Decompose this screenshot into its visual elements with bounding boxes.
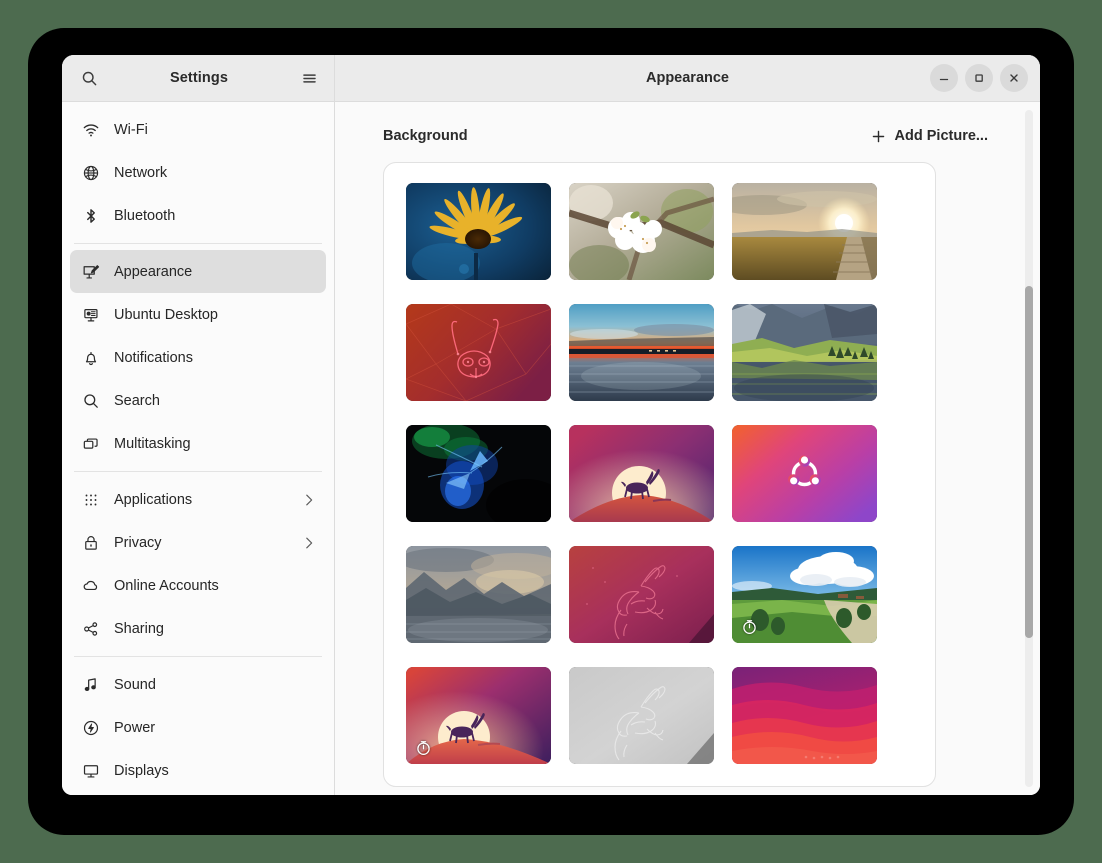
display-icon: [82, 762, 100, 780]
timer-icon: [741, 618, 758, 635]
sidebar-item-power[interactable]: Power: [70, 706, 326, 749]
wallpaper-thumb-pink-leaping-antelope-outline[interactable]: [569, 546, 714, 643]
add-picture-label: Add Picture...: [894, 128, 988, 144]
timer-icon: [415, 739, 432, 756]
cloud-icon: [82, 577, 100, 595]
wallpaper-grid: [406, 183, 913, 764]
maximize-button[interactable]: [965, 64, 993, 92]
sidebar-item-bluetooth[interactable]: Bluetooth: [70, 194, 326, 237]
sidebar-item-label: Search: [114, 392, 160, 409]
sidebar-divider: [74, 243, 322, 244]
appearance-content-pane: Background Add Picture...: [335, 102, 1040, 795]
sidebar-item-label: Applications: [114, 491, 193, 508]
sidebar-item-privacy[interactable]: Privacy: [70, 521, 326, 564]
window-controls: [930, 64, 1028, 92]
sidebar-item-label: Privacy: [114, 534, 162, 551]
sidebar-item-search[interactable]: Search: [70, 379, 326, 422]
search-icon: [82, 392, 100, 410]
power-icon: [82, 719, 100, 737]
wallpaper-thumb-kudu-moonrise-purple[interactable]: [569, 425, 714, 522]
wallpaper-thumb-ubuntu-logo-gradient[interactable]: [732, 425, 877, 522]
sidebar-item-label: Wi-Fi: [114, 121, 148, 138]
sidebar-item-network[interactable]: Network: [70, 151, 326, 194]
sidebar-item-label: Notifications: [114, 349, 193, 366]
sidebar-item-sharing[interactable]: Sharing: [70, 607, 326, 650]
grid-apps-icon: [82, 491, 100, 509]
wallpaper-thumb-grey-misty-mountains-lake[interactable]: [406, 546, 551, 643]
bluetooth-icon: [82, 207, 100, 225]
sidebar-nav: Wi-Fi Network Bluetooth Appearance Ubunt…: [62, 102, 335, 795]
sidebar-divider: [74, 471, 322, 472]
add-picture-button[interactable]: Add Picture...: [865, 124, 994, 148]
wallpaper-thumb-red-kudu-geometric[interactable]: [406, 304, 551, 401]
wallpaper-thumb-green-countryside-road[interactable]: [732, 546, 877, 643]
sidebar-item-appearance[interactable]: Appearance: [70, 250, 326, 293]
bell-icon: [82, 349, 100, 367]
wallpaper-thumb-lake-sunset-reflection[interactable]: [569, 304, 714, 401]
vertical-scrollbar-thumb[interactable]: [1025, 286, 1033, 639]
titlebar: Settings Appearance: [62, 55, 1040, 102]
app-title: Settings: [170, 70, 228, 86]
sidebar-item-multitasking[interactable]: Multitasking: [70, 422, 326, 465]
sidebar-item-displays[interactable]: Displays: [70, 749, 326, 792]
share-icon: [82, 620, 100, 638]
ubuntu-desktop-icon: [82, 306, 100, 324]
sidebar-item-label: Bluetooth: [114, 207, 176, 224]
minimize-button[interactable]: [930, 64, 958, 92]
titlebar-content-section: Appearance: [335, 55, 1040, 101]
sidebar-item-label: Appearance: [114, 263, 193, 280]
wallpaper-thumb-blue-green-abstract-dark[interactable]: [406, 425, 551, 522]
wallpaper-thumb-pink-orange-waves[interactable]: [732, 667, 877, 764]
vertical-scrollbar-track[interactable]: [1025, 110, 1033, 787]
sidebar-item-wifi[interactable]: Wi-Fi: [70, 108, 326, 151]
wallpaper-card: [383, 162, 936, 787]
sidebar-item-label: Multitasking: [114, 435, 191, 452]
sidebar-item-ubuntu-desktop[interactable]: Ubuntu Desktop: [70, 293, 326, 336]
wallpaper-thumb-kudu-moonrise-dark[interactable]: [406, 667, 551, 764]
desktop-background: Settings Appearance Wi-Fi Network Blueto…: [0, 0, 1102, 863]
lock-icon: [82, 534, 100, 552]
sidebar-item-label: Online Accounts: [114, 577, 219, 594]
section-title: Background: [383, 128, 468, 144]
sidebar-item-label: Power: [114, 719, 156, 736]
sidebar-item-label: Network: [114, 164, 168, 181]
wallpaper-thumb-green-mountain-lake[interactable]: [732, 304, 877, 401]
chevron-right-icon: [302, 536, 316, 550]
wallpaper-thumb-yellow-daisy-on-blue[interactable]: [406, 183, 551, 280]
close-button[interactable]: [1000, 64, 1028, 92]
settings-window: Settings Appearance Wi-Fi Network Blueto…: [62, 55, 1040, 795]
sidebar-item-label: Sound: [114, 676, 156, 693]
plus-icon: [871, 129, 886, 144]
network-icon: [82, 164, 100, 182]
sidebar-item-notifications[interactable]: Notifications: [70, 336, 326, 379]
titlebar-sidebar-section: Settings: [62, 55, 335, 101]
background-settings-scroll-area: Background Add Picture...: [335, 102, 1040, 795]
multitasking-icon: [82, 435, 100, 453]
sidebar-item-online-accounts[interactable]: Online Accounts: [70, 564, 326, 607]
search-icon[interactable]: [74, 63, 104, 93]
wallpaper-thumb-grey-leaping-antelope-outline[interactable]: [569, 667, 714, 764]
window-body: Wi-Fi Network Bluetooth Appearance Ubunt…: [62, 102, 1040, 795]
sidebar-item-label: Ubuntu Desktop: [114, 306, 218, 323]
wifi-icon: [82, 121, 100, 139]
sidebar-item-applications[interactable]: Applications: [70, 478, 326, 521]
sidebar-item-label: Displays: [114, 762, 169, 779]
sidebar-item-sound[interactable]: Sound: [70, 663, 326, 706]
chevron-right-icon: [302, 493, 316, 507]
background-section-header: Background Add Picture...: [335, 102, 1018, 162]
wallpaper-thumb-white-cherry-blossom[interactable]: [569, 183, 714, 280]
hamburger-menu-icon[interactable]: [294, 63, 324, 93]
appearance-icon: [82, 263, 100, 281]
sidebar-item-label: Sharing: [114, 620, 164, 637]
wallpaper-thumb-golden-field-boardwalk-sunset[interactable]: [732, 183, 877, 280]
sidebar-divider: [74, 656, 322, 657]
music-note-icon: [82, 676, 100, 694]
